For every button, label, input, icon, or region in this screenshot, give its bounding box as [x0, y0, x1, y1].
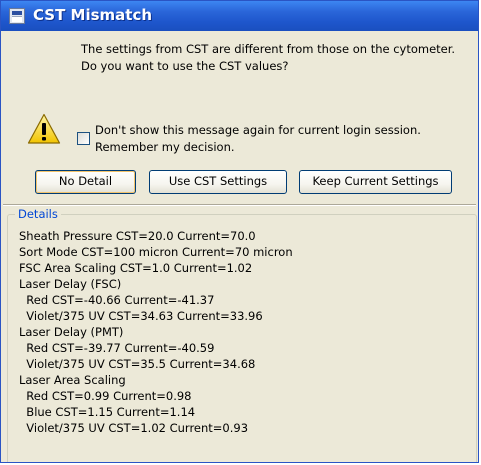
remember-decision-checkbox[interactable] [77, 132, 90, 145]
detail-line: Sort Mode CST=100 micron Current=70 micr… [19, 245, 293, 259]
message-line-2: Do you want to use the CST values? [81, 59, 289, 73]
detail-line: Blue CST=1.15 Current=1.14 [19, 405, 196, 419]
detail-line: Violet/375 UV CST=34.63 Current=33.96 [19, 309, 263, 323]
checkbox-label-line-2: Remember my decision. [95, 140, 235, 154]
app-window-icon [9, 8, 25, 24]
detail-line: Laser Delay (PMT) [19, 325, 124, 339]
detail-line: Laser Area Scaling [19, 373, 126, 387]
no-detail-button[interactable]: No Detail [35, 170, 136, 194]
use-cst-settings-button[interactable]: Use CST Settings [149, 170, 287, 194]
checkbox-label: Don't show this message again for curren… [95, 122, 421, 156]
detail-line: Red CST=-40.66 Current=-41.37 [19, 293, 215, 307]
title-bar[interactable]: CST Mismatch [1, 1, 478, 31]
detail-line: FSC Area Scaling CST=1.0 Current=1.02 [19, 261, 253, 275]
divider [3, 204, 476, 206]
detail-line: Violet/375 UV CST=1.02 Current=0.93 [19, 421, 249, 435]
details-legend: Details [15, 206, 61, 222]
detail-line: Sheath Pressure CST=20.0 Current=70.0 [19, 229, 256, 243]
detail-line: Laser Delay (FSC) [19, 277, 122, 291]
message-line-1: The settings from CST are different from… [81, 42, 456, 56]
warning-icon [27, 113, 61, 144]
checkbox-label-line-1: Don't show this message again for curren… [95, 123, 421, 137]
window-title: CST Mismatch [33, 6, 153, 24]
message-text: The settings from CST are different from… [81, 41, 455, 75]
detail-line: Violet/375 UV CST=35.5 Current=34.68 [19, 357, 256, 371]
keep-current-settings-button[interactable]: Keep Current Settings [299, 170, 452, 194]
detail-line: Red CST=0.99 Current=0.98 [19, 389, 192, 403]
cst-mismatch-dialog: CST Mismatch The settings from CST are d… [0, 0, 479, 463]
detail-line: Red CST=-39.77 Current=-40.59 [19, 341, 215, 355]
